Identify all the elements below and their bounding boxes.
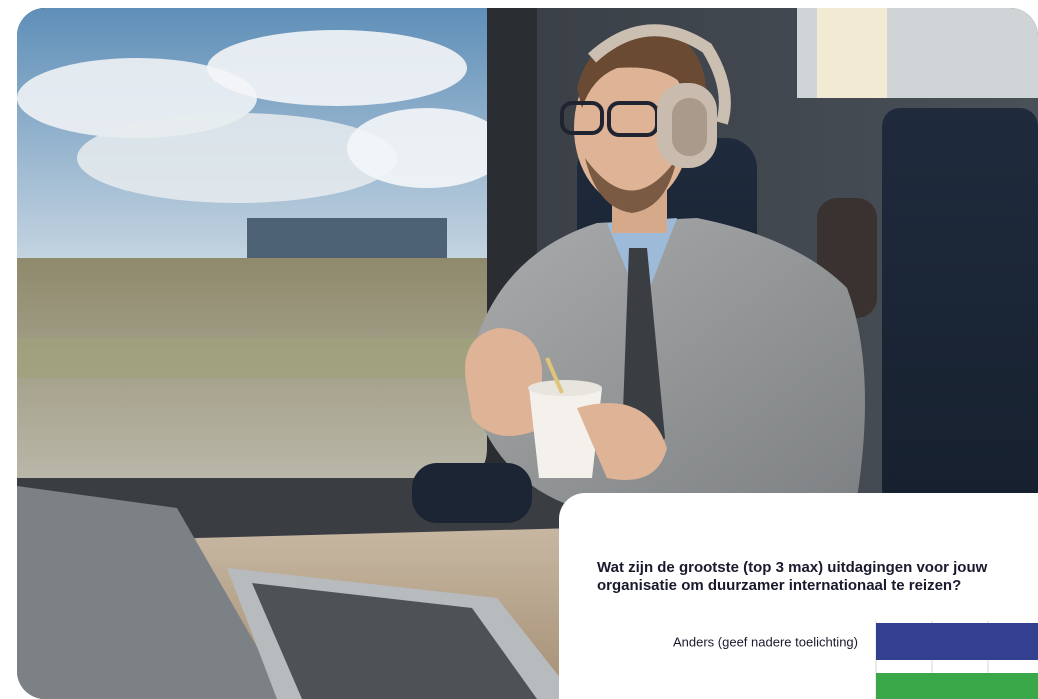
bar-chart: Anders (geef nadere toelichting) [673, 621, 1038, 699]
bar-0 [876, 623, 1038, 660]
bar-1 [876, 673, 1038, 699]
chart-card: Wat zijn de grootste (top 3 max) uitdagi… [559, 493, 1038, 699]
category-label-0: Anders (geef nadere toelichting) [673, 635, 858, 650]
